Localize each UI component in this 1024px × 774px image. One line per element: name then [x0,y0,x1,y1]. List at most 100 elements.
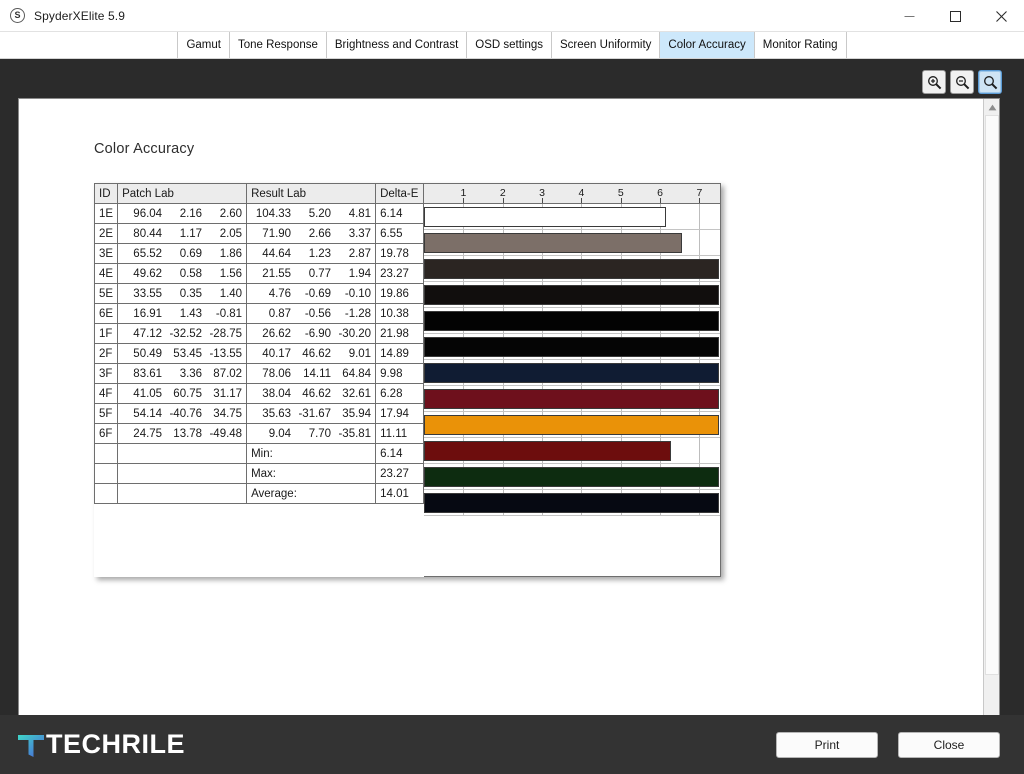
chart-gridline [699,230,701,255]
cell-result-lab: 71.90 2.66 3.37 [246,223,377,244]
minimize-icon[interactable] [886,0,932,32]
patch-lab-value: -28.75 [209,327,243,340]
table-row: 6F 24.75 13.78 -49.48 9.04 7.70 -35.81 11.11 [93,423,425,444]
cell-patch-lab: 49.62 0.58 1.56 [117,263,248,284]
summary-row: Max: 23.27 [93,463,425,484]
column-header-id: ID [93,183,119,204]
chart-bar [424,389,720,409]
cell-id: 1E [93,203,119,224]
cell-delta-e: 6.55 [375,223,425,244]
app-body: Color Accuracy ID Patch Lab Result Lab D… [0,60,1024,748]
watermark-text: TECHRILE [46,729,185,759]
axis-tick-mark [581,198,583,203]
chart-bar [424,285,720,305]
patch-lab-value: 1.17 [179,227,203,240]
tab-tone-response[interactable]: Tone Response [229,32,327,58]
patch-lab-value: 13.78 [173,427,203,440]
cell-empty [93,443,119,464]
cell-empty [93,483,119,504]
axis-tick-mark [620,198,622,203]
window-controls [886,0,1024,32]
cell-delta-e: 17.94 [375,403,425,424]
cell-empty [117,483,248,504]
result-lab-value: 4.81 [348,207,372,220]
patch-lab-value: 65.52 [133,247,163,260]
zoom-out-icon[interactable] [950,70,974,94]
table-header-row: ID Patch Lab Result Lab Delta-E [93,183,425,204]
color-accuracy-table: ID Patch Lab Result Lab Delta-E 1E 96.04 2… [93,183,425,504]
patch-lab-value: 34.75 [213,407,243,420]
result-lab-value: 21.55 [262,267,292,280]
table-row: 1E 96.04 2.16 2.60 104.33 5.20 4.81 6.14 [93,203,425,224]
patch-lab-value: 54.14 [133,407,163,420]
tab-screen-uniformity[interactable]: Screen Uniformity [552,32,661,58]
result-lab-value: -30.20 [338,327,372,340]
cell-delta-e: 23.27 [375,263,425,284]
techrile-logo-icon [18,734,44,757]
window-title: SpyderXElite 5.9 [34,8,125,23]
cell-result-lab: 4.76 -0.69 -0.10 [246,283,377,304]
result-lab-value: -6.90 [304,327,332,340]
column-header-delta-e: Delta-E [375,183,425,204]
patch-lab-value: 50.49 [133,347,163,360]
table-row: 1F 47.12 -32.52 -28.75 26.62 -6.90 -30.20 21.98 [93,323,425,344]
cell-result-lab: 26.62 -6.90 -30.20 [246,323,377,344]
result-lab-value: 1.94 [348,267,372,280]
patch-lab-value: 41.05 [133,387,163,400]
result-lab-value: 2.66 [308,227,332,240]
patch-lab-value: -32.52 [169,327,203,340]
tab-color-accuracy[interactable]: Color Accuracy [660,32,755,58]
result-lab-value: 35.63 [262,407,292,420]
patch-lab-value: 80.44 [133,227,163,240]
zoom-toolbar [922,70,1002,94]
cell-patch-lab: 80.44 1.17 2.05 [117,223,248,244]
cell-delta-e: 19.86 [375,283,425,304]
result-lab-value: 3.37 [348,227,372,240]
maximize-icon[interactable] [932,0,978,32]
zoom-icon[interactable] [978,70,1002,94]
table-row: 6E 16.91 1.43 -0.81 0.87 -0.56 -1.28 10.38 [93,303,425,324]
chart-summary-spacer [424,556,721,576]
table-row: 5E 33.55 0.35 1.40 4.76 -0.69 -0.10 19.86 [93,283,425,304]
footer-buttons: Print Close [776,731,1000,758]
close-icon[interactable] [978,0,1024,32]
summary-value: 23.27 [375,463,425,484]
cell-id: 6E [93,303,119,324]
chart-bar [424,311,720,331]
tab-brightness-and-contrast[interactable]: Brightness and Contrast [326,32,468,58]
close-button[interactable]: Close [898,731,1000,758]
cell-id: 2E [93,223,119,244]
zoom-in-icon[interactable] [922,70,946,94]
result-lab-value: 9.04 [268,427,292,440]
tab-monitor-rating[interactable]: Monitor Rating [754,32,847,58]
print-button[interactable]: Print [776,731,878,758]
cell-delta-e: 19.78 [375,243,425,264]
vertical-scrollbar-thumb[interactable] [985,115,999,675]
patch-lab-value: 1.43 [179,307,203,320]
cell-patch-lab: 96.04 2.16 2.60 [117,203,248,224]
chart-bar-row [424,464,721,490]
patch-lab-value: 0.69 [179,247,203,260]
scroll-up-arrow-icon[interactable] [984,99,999,115]
chart-bar [424,441,672,461]
result-lab-value: 4.76 [268,287,292,300]
cell-patch-lab: 24.75 13.78 -49.48 [117,423,248,444]
patch-lab-value: 87.02 [213,367,243,380]
patch-lab-value: -0.81 [215,307,243,320]
cell-result-lab: 21.55 0.77 1.94 [246,263,377,284]
patch-lab-value: 60.75 [173,387,203,400]
result-lab-value: 26.62 [262,327,292,340]
tab-gamut[interactable]: Gamut [177,32,230,58]
patch-lab-value: 33.55 [133,287,163,300]
patch-lab-value: 49.62 [133,267,163,280]
cell-result-lab: 44.64 1.23 2.87 [246,243,377,264]
tab-osd-settings[interactable]: OSD settings [467,32,553,58]
summary-value: 14.01 [375,483,425,504]
vertical-scrollbar[interactable] [983,99,999,731]
result-lab-value: 5.20 [308,207,332,220]
document-viewer[interactable]: Color Accuracy ID Patch Lab Result Lab D… [18,98,1000,748]
table-row: 2E 80.44 1.17 2.05 71.90 2.66 3.37 6.55 [93,223,425,244]
cell-empty [117,463,248,484]
result-lab-value: -31.67 [298,407,332,420]
table-row: 3F 83.61 3.36 87.02 78.06 14.11 64.84 9.98 [93,363,425,384]
